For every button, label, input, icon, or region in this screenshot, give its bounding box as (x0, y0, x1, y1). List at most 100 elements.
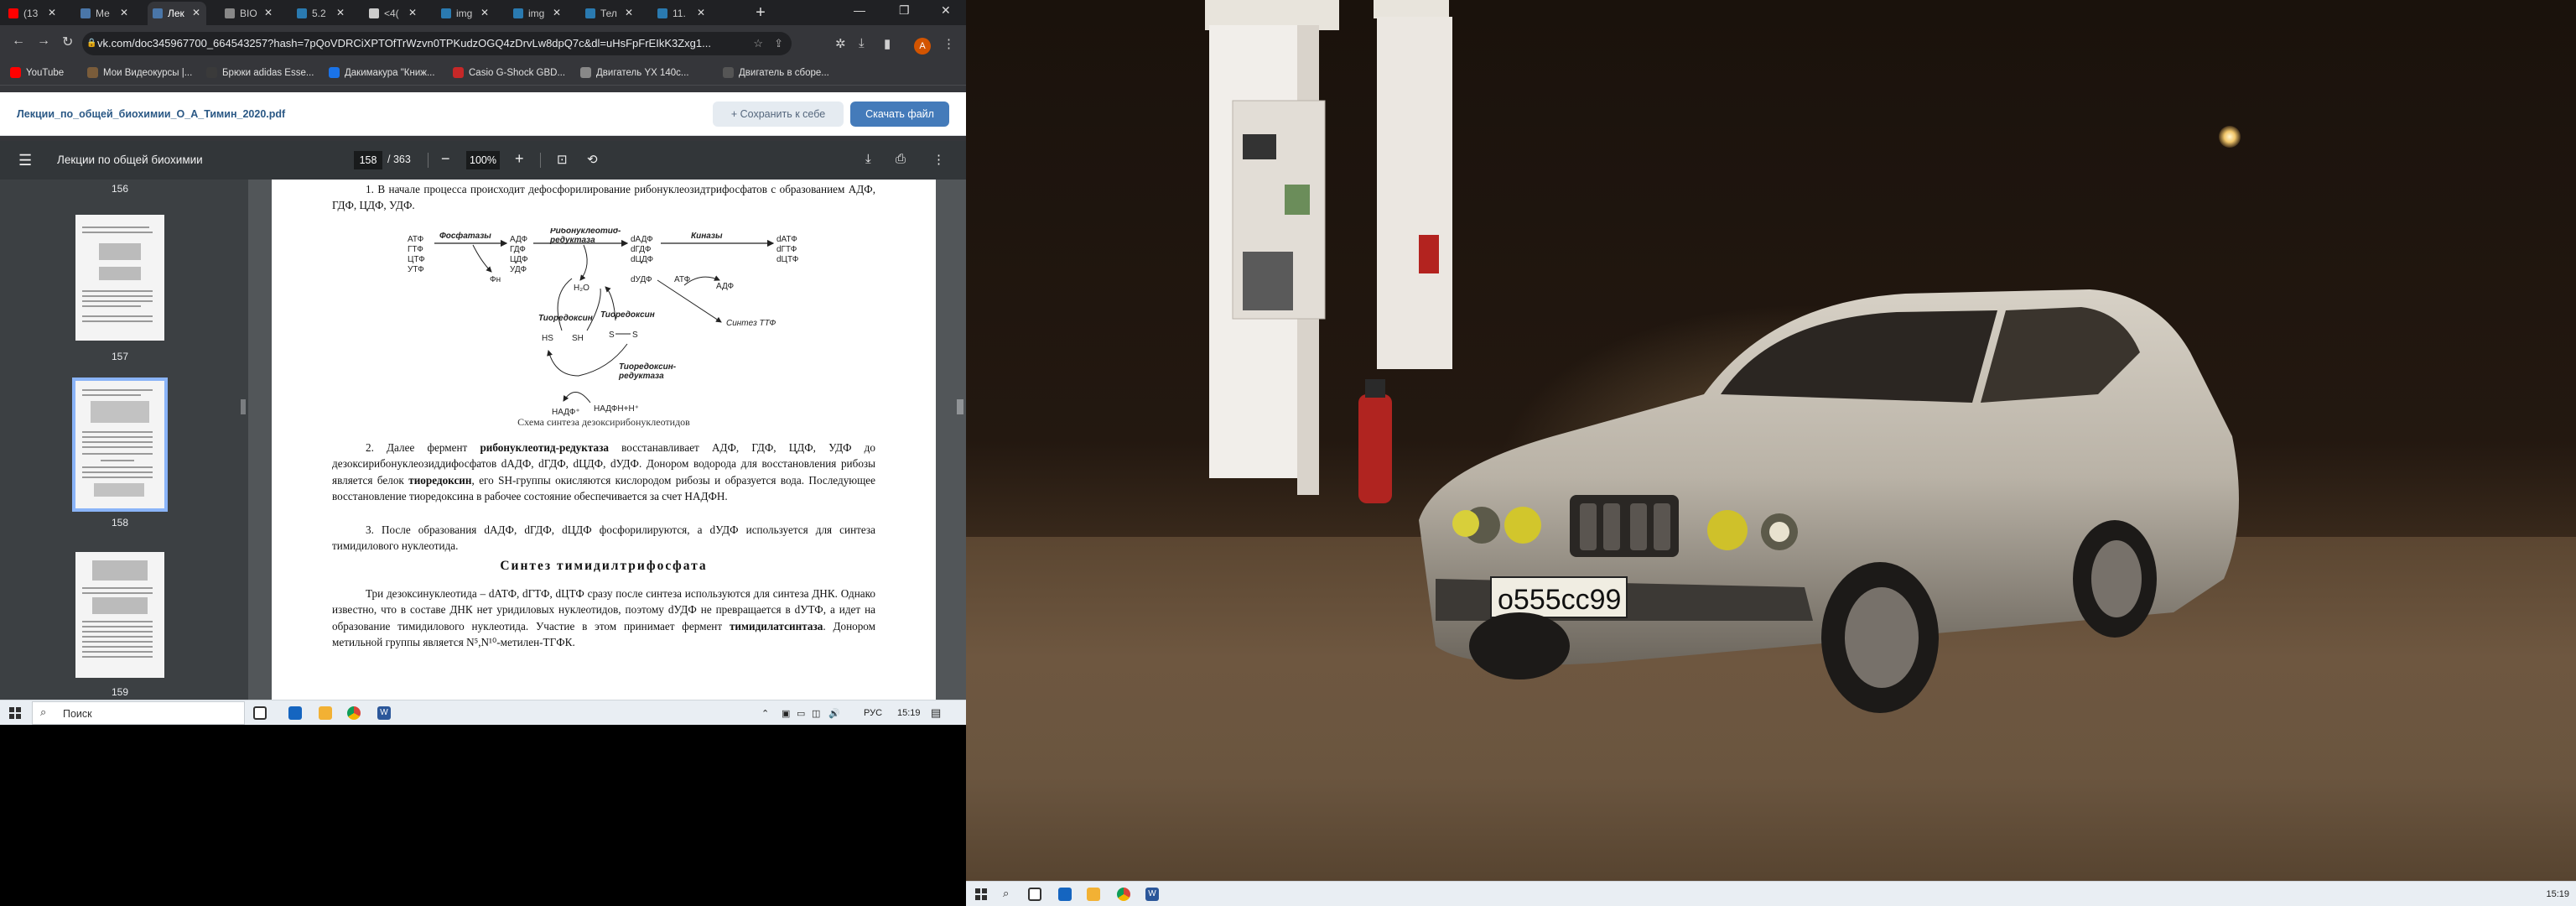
word-icon[interactable]: W (377, 706, 391, 720)
hs-label: HS (542, 334, 553, 343)
maximize-icon[interactable]: ❐ (899, 3, 910, 18)
bookmark-item[interactable]: Мои Видеокурсы |... (87, 67, 192, 78)
network-icon[interactable]: ▭ (797, 708, 805, 719)
download-file-button[interactable]: Скачать файл (850, 102, 949, 127)
address-bar[interactable]: 🔒 vk.com/doc345967700_664543257?hash=7pQ… (82, 32, 792, 55)
thumbnail-page-selected[interactable] (72, 378, 168, 512)
plus-icon: + (730, 108, 740, 120)
browser-tab[interactable]: Тел ✕ (580, 2, 639, 25)
tray-app-icon[interactable]: ▣ (782, 708, 790, 719)
bookmark-item[interactable]: YouTube (10, 67, 64, 78)
close-tab-icon[interactable]: ✕ (697, 7, 705, 18)
close-tab-icon[interactable]: ✕ (264, 7, 273, 18)
bookmark-item[interactable]: Брюки adidas Esse... (206, 67, 314, 78)
browser-tab[interactable]: <4(✕ (364, 2, 423, 25)
close-tab-icon[interactable]: ✕ (336, 7, 345, 18)
bookmark-label: Брюки adidas Esse... (222, 67, 314, 78)
scheme-dntp-label: dГТФ (776, 245, 797, 254)
downloads-icon[interactable]: ⤓ (859, 36, 865, 50)
browser-tab[interactable]: img ✕ (508, 2, 567, 25)
browser-tab[interactable]: 5.2 ✕ (292, 2, 351, 25)
windows-start-icon[interactable] (975, 888, 987, 900)
zoom-in-icon[interactable]: + (515, 150, 524, 168)
browser-tab[interactable]: BIO ✕ (220, 2, 278, 25)
thumbnail-sidebar[interactable]: 156 157 158 159 (0, 180, 248, 700)
scheme-ntp-label: АТФ (408, 235, 424, 244)
print-icon[interactable]: ⎙ (896, 152, 906, 166)
thumbnail-page[interactable] (75, 215, 164, 341)
battery-icon[interactable]: ◫ (812, 708, 820, 719)
search-icon[interactable]: ⌕ (1003, 887, 1009, 900)
close-window-icon[interactable]: ✕ (941, 3, 951, 18)
search-label: Поиск (63, 708, 92, 720)
minimize-icon[interactable]: — (854, 3, 865, 17)
volume-icon[interactable]: 🔊 (828, 708, 840, 719)
app-icon[interactable] (1058, 888, 1072, 901)
side-panel-icon[interactable]: ▮ (884, 36, 891, 51)
page-number-input[interactable]: 158 (354, 151, 382, 169)
back-icon[interactable]: ← (12, 34, 25, 49)
thumbnail-page[interactable] (75, 552, 164, 678)
bookmark-item[interactable]: Двигатель YX 140с... (580, 67, 689, 78)
reload-icon[interactable]: ↻ (62, 34, 73, 50)
notifications-icon[interactable]: ▤ (931, 706, 941, 720)
pdf-download-icon[interactable]: ⤓ (865, 152, 871, 166)
scheme-ntp-label: УТФ (408, 265, 424, 274)
bookmark-item[interactable]: Двигатель в сборе... (723, 67, 829, 78)
chrome-icon[interactable] (1117, 888, 1130, 901)
taskbar-search[interactable]: ⌕ Поиск (32, 701, 245, 725)
square-icon (369, 8, 379, 18)
browser-menu-icon[interactable]: ⋮ (943, 36, 955, 51)
viewer-scrollbar[interactable] (954, 180, 966, 700)
fit-page-icon[interactable]: ⊡ (557, 152, 568, 167)
thumb-label: 156 (111, 183, 129, 195)
chrome-icon[interactable] (347, 706, 361, 720)
app-icon[interactable] (288, 706, 302, 720)
bookmark-item[interactable]: Casio G-Shock GBD... (453, 67, 565, 78)
svg-text:Тиоредоксин- редук: Тиоредоксин- редуктаза (618, 362, 678, 381)
zoom-input[interactable]: 100% (466, 151, 500, 169)
close-tab-icon[interactable]: ✕ (48, 7, 56, 18)
browser-tab[interactable]: (13 ✕ (3, 2, 62, 25)
tab-strip: (13 ✕ Ме ✕ Лек ✕ BIO ✕ 5.2 ✕ <4(✕ img ✕ img ✕ Тел ✕ 11. ✕ (0, 0, 966, 25)
word-icon[interactable]: W (1145, 888, 1159, 901)
file-explorer-icon[interactable] (319, 706, 332, 720)
forward-icon[interactable]: → (37, 34, 50, 49)
browser-tab[interactable]: img ✕ (436, 2, 495, 25)
zoom-out-icon[interactable]: − (441, 150, 450, 168)
youtube-icon (8, 8, 18, 18)
browser-tab[interactable]: Лек ✕ (148, 2, 206, 25)
clock[interactable]: 15:19 (897, 708, 921, 718)
tray-chevron-icon[interactable]: ⌃ (761, 708, 769, 719)
pdf-more-icon[interactable]: ⋮ (932, 152, 945, 167)
file-explorer-icon[interactable] (1087, 888, 1100, 901)
profile-avatar[interactable]: A (914, 38, 931, 55)
close-tab-icon[interactable]: ✕ (553, 7, 561, 18)
close-tab-icon[interactable]: ✕ (625, 7, 633, 18)
desktop-wallpaper: о555сс99 ⌕ W 15:19 (966, 0, 2576, 906)
browser-tab[interactable]: 11. ✕ (652, 2, 711, 25)
save-to-self-button[interactable]: + Сохранить к себе (713, 102, 844, 127)
rotate-icon[interactable]: ⟲ (587, 152, 598, 167)
bookmark-star-icon[interactable]: ☆ (753, 32, 763, 55)
doc-filename[interactable]: Лекции_по_общей_биохимии_О_А_Тимин_2020.… (17, 108, 285, 120)
new-tab-button[interactable]: + (751, 3, 770, 22)
bookmark-item[interactable]: Дакимакура "Книж... (329, 67, 435, 78)
browser-tab[interactable]: Ме ✕ (75, 2, 134, 25)
windows-start-icon[interactable] (9, 707, 21, 719)
hamburger-menu-icon[interactable]: ☰ (18, 152, 32, 169)
pdf-viewer[interactable]: 1. В начале процесса происходит дефосфор… (248, 180, 966, 700)
vk-icon (80, 8, 91, 18)
share-icon[interactable]: ⇪ (774, 32, 783, 55)
language-indicator[interactable]: РУС (864, 708, 882, 718)
sidebar-scrollbar[interactable] (238, 180, 248, 700)
task-view-icon[interactable] (1028, 888, 1041, 901)
close-tab-icon[interactable]: ✕ (480, 7, 489, 18)
extensions-icon[interactable]: ✲ (835, 36, 846, 51)
task-view-icon[interactable] (253, 706, 267, 720)
close-tab-icon[interactable]: ✕ (120, 7, 128, 18)
tab-label: Ме (96, 8, 110, 19)
clock[interactable]: 15:19 (2546, 889, 2569, 899)
close-tab-icon[interactable]: ✕ (408, 7, 417, 18)
close-tab-icon[interactable]: ✕ (192, 7, 200, 18)
